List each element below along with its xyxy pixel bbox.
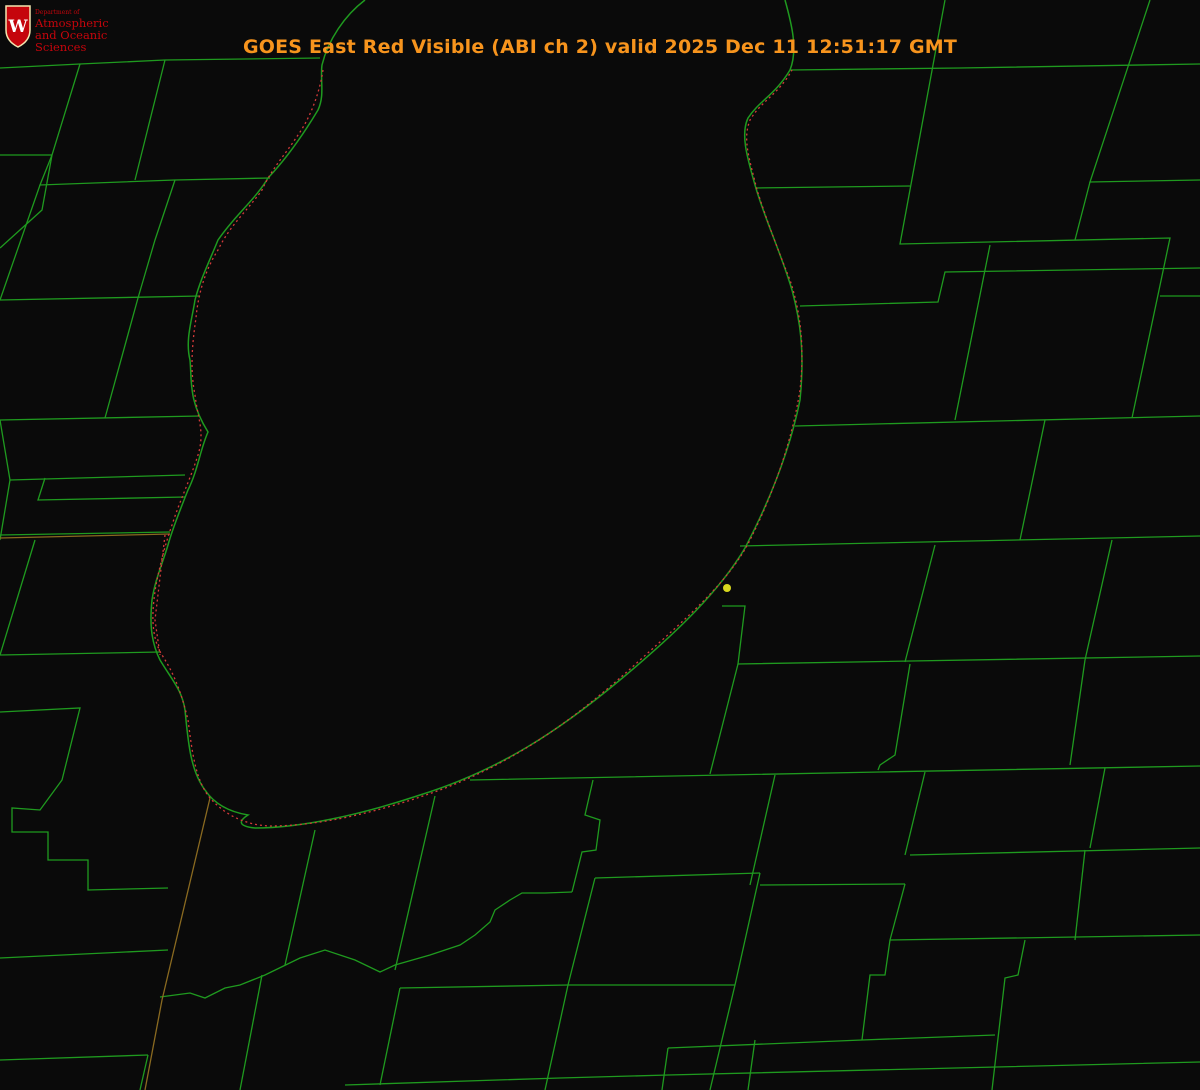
station-marker bbox=[723, 584, 731, 592]
crest-letter: W bbox=[7, 17, 28, 37]
image-title: GOES East Red Visible (ABI ch 2) valid 2… bbox=[242, 36, 958, 58]
satellite-map bbox=[0, 0, 1200, 1090]
